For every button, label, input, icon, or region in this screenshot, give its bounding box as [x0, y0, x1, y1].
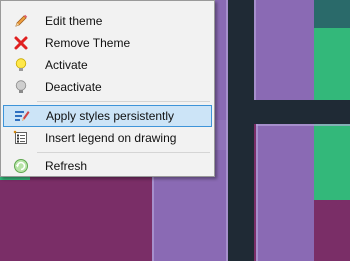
map-parcel-ne — [254, 0, 314, 100]
map-parcel-teal — [314, 0, 350, 30]
lightbulb-on-icon — [10, 54, 32, 76]
menu-item-label: Activate — [45, 58, 88, 72]
pencil-icon — [10, 10, 32, 32]
menu-item-remove-theme[interactable]: Remove Theme — [3, 32, 212, 54]
menu-item-edit-theme[interactable]: Edit theme — [3, 10, 212, 32]
map-edge — [254, 0, 256, 100]
menu-item-label: Insert legend on drawing — [45, 131, 177, 145]
menu-item-label: Edit theme — [45, 14, 103, 28]
map-road-vertical — [228, 0, 254, 261]
red-x-icon — [10, 32, 32, 54]
menu-separator — [37, 152, 210, 153]
map-parcel-purple-se — [314, 200, 350, 261]
menu-item-label: Apply styles persistently — [46, 109, 175, 123]
menu-item-deactivate[interactable]: Deactivate — [3, 76, 212, 98]
menu-item-refresh[interactable]: Refresh — [3, 155, 212, 177]
legend-icon — [10, 127, 32, 149]
lightbulb-off-icon — [10, 76, 32, 98]
menu-separator — [37, 101, 210, 102]
map-edge — [256, 124, 350, 126]
context-menu: Edit theme Remove Theme Activate Deactiv… — [0, 0, 215, 177]
menu-item-activate[interactable]: Activate — [3, 54, 212, 76]
refresh-icon — [10, 155, 32, 177]
map-road-horizontal — [228, 100, 350, 124]
menu-item-apply-styles-persistently[interactable]: Apply styles persistently — [3, 105, 212, 127]
map-parcel-green-ne — [314, 28, 350, 100]
menu-item-label: Remove Theme — [45, 36, 131, 50]
map-edge — [226, 0, 228, 261]
menu-item-label: Refresh — [45, 159, 88, 173]
menu-item-insert-legend-on-drawing[interactable]: Insert legend on drawing — [3, 127, 212, 149]
paint-brush-icon — [11, 105, 33, 127]
map-parcel-green-se — [314, 124, 350, 200]
map-edge — [256, 124, 258, 261]
menu-item-label: Deactivate — [45, 80, 102, 94]
